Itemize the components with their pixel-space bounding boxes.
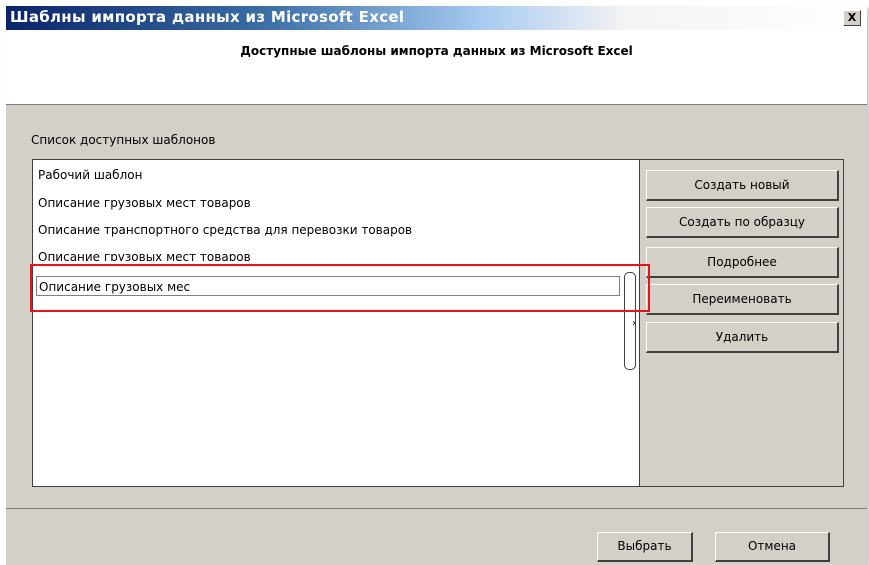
header-band (6, 30, 867, 105)
list-item[interactable]: Описание грузовых мест товаров (38, 196, 251, 210)
footer-separator (6, 508, 867, 509)
create-from-sample-button[interactable]: Создать по образцу (646, 207, 839, 238)
chevron-right-icon: › (632, 318, 636, 329)
rename-button[interactable]: Переименовать (646, 284, 839, 315)
title-bar[interactable]: Шаблны импорта данных из Microsoft Excel… (6, 6, 867, 30)
select-button[interactable]: Выбрать (597, 532, 693, 562)
actions-panel: Создать новый Создать по образцу Подробн… (640, 160, 843, 486)
templates-list[interactable]: Рабочий шаблон Описание грузовых мест то… (33, 160, 640, 486)
list-item[interactable]: Описание транспортного средства для пере… (38, 223, 412, 237)
header-title: Доступные шаблоны импорта данных из Micr… (240, 44, 633, 58)
details-button[interactable]: Подробнее (646, 247, 839, 278)
highlight-frame (30, 264, 650, 312)
close-button[interactable]: X (843, 10, 861, 26)
templates-panel: Рабочий шаблон Описание грузовых мест то… (32, 159, 844, 487)
list-item[interactable]: Рабочий шаблон (38, 168, 142, 182)
list-item[interactable]: Описание грузовых мест товаров (38, 250, 251, 261)
delete-button[interactable]: Удалить (646, 322, 839, 353)
create-new-button[interactable]: Создать новый (646, 170, 839, 201)
window-title: Шаблны импорта данных из Microsoft Excel (10, 8, 405, 26)
close-icon: X (847, 11, 857, 24)
templates-list-label: Список доступных шаблонов (31, 133, 216, 147)
cancel-button[interactable]: Отмена (715, 532, 830, 562)
